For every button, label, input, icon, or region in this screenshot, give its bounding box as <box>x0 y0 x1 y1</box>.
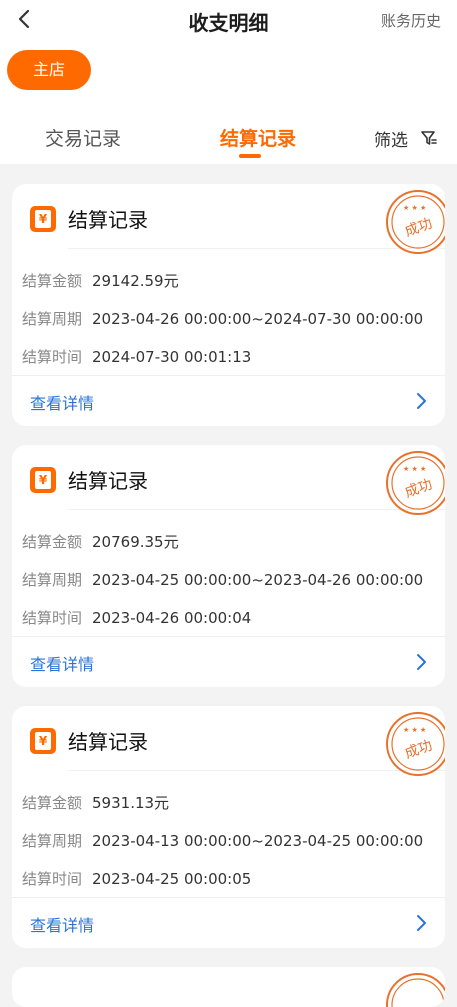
card-header: ¥ 结算记录 <box>12 445 445 510</box>
amount-label: 结算金额 <box>22 794 83 812</box>
time-value: 2023-04-26 00:00:04 <box>92 609 252 627</box>
time-row: 结算时间 2023-04-25 00:00:05 <box>22 868 251 889</box>
period-row: 结算周期 2023-04-13 00:00:00~2023-04-25 00:00… <box>22 830 423 851</box>
view-details-link[interactable]: 查看详情 <box>30 390 94 414</box>
settlement-card-partial <box>12 967 445 1007</box>
shop-selector-button[interactable]: 主店 <box>7 50 91 90</box>
view-details-link[interactable]: 查看详情 <box>30 651 94 675</box>
card-title: 结算记录 <box>68 469 148 493</box>
yen-icon: ¥ <box>30 728 56 754</box>
filter-icon[interactable] <box>421 130 437 146</box>
period-label: 结算周期 <box>22 310 83 328</box>
yen-icon: ¥ <box>30 467 56 493</box>
svg-text:成功: 成功 <box>403 738 435 763</box>
yen-icon: ¥ <box>30 206 56 232</box>
svg-text:★ ★ ★: ★ ★ ★ <box>403 204 426 212</box>
tab-settlement-records[interactable]: 结算记录 <box>220 124 296 151</box>
period-row: 结算周期 2023-04-26 00:00:00~2024-07-30 00:00… <box>22 308 423 329</box>
amount-row: 结算金额 20769.35元 <box>22 531 179 552</box>
card-header: ¥ 结算记录 <box>12 706 445 771</box>
amount-row: 结算金额 29142.59元 <box>22 270 179 291</box>
period-value: 2023-04-25 00:00:00~2023-04-26 00:00:00 <box>92 571 424 589</box>
card-title: 结算记录 <box>68 730 148 754</box>
settlement-card: ¥ 结算记录 ★ ★ ★ 成功 结算金额 20769.35元 结算周期 2023-0… <box>12 445 445 687</box>
period-value: 2023-04-13 00:00:00~2023-04-25 00:00:00 <box>92 832 424 850</box>
shop-bar: 主店 <box>0 40 457 102</box>
card-title: 结算记录 <box>68 208 148 232</box>
svg-text:成功: 成功 <box>403 216 435 241</box>
amount-label: 结算金额 <box>22 533 83 551</box>
time-value: 2023-04-25 00:00:05 <box>92 870 252 888</box>
divider <box>12 636 445 637</box>
amount-row: 结算金额 5931.13元 <box>22 792 169 813</box>
time-label: 结算时间 <box>22 609 83 627</box>
time-row: 结算时间 2023-04-26 00:00:04 <box>22 607 251 628</box>
chevron-right-icon[interactable] <box>414 913 428 933</box>
success-stamp-icon: ★ ★ ★ 成功 <box>386 712 445 776</box>
success-stamp-icon <box>386 973 445 1007</box>
settlement-card: ¥ 结算记录 ★ ★ ★ 成功 结算金额 29142.59元 结算周期 2023-0… <box>12 184 445 426</box>
chevron-right-icon[interactable] <box>414 652 428 672</box>
success-stamp-icon: ★ ★ ★ 成功 <box>386 190 445 254</box>
time-value: 2024-07-30 00:01:13 <box>92 348 252 366</box>
svg-text:★ ★ ★: ★ ★ ★ <box>403 726 426 734</box>
success-stamp-icon: ★ ★ ★ 成功 <box>386 451 445 515</box>
svg-text:★ ★ ★: ★ ★ ★ <box>403 465 426 473</box>
period-label: 结算周期 <box>22 832 83 850</box>
chevron-right-icon[interactable] <box>414 391 428 411</box>
svg-text:成功: 成功 <box>403 477 435 502</box>
active-tab-indicator <box>239 154 261 158</box>
amount-value: 20769.35元 <box>92 533 179 551</box>
amount-value: 29142.59元 <box>92 272 179 290</box>
divider <box>12 375 445 376</box>
period-label: 结算周期 <box>22 571 83 589</box>
time-row: 结算时间 2024-07-30 00:01:13 <box>22 346 251 367</box>
amount-label: 结算金额 <box>22 272 83 290</box>
settlement-card: ¥ 结算记录 ★ ★ ★ 成功 结算金额 5931.13元 结算周期 2023-04… <box>12 706 445 948</box>
view-details-link[interactable]: 查看详情 <box>30 912 94 936</box>
time-label: 结算时间 <box>22 870 83 888</box>
tab-transaction-records[interactable]: 交易记录 <box>45 124 121 151</box>
period-row: 结算周期 2023-04-25 00:00:00~2023-04-26 00:00… <box>22 569 423 590</box>
divider <box>12 897 445 898</box>
time-label: 结算时间 <box>22 348 83 366</box>
amount-value: 5931.13元 <box>92 794 170 812</box>
filter-button[interactable]: 筛选 <box>374 126 408 151</box>
account-history-link[interactable]: 账务历史 <box>381 10 441 31</box>
period-value: 2023-04-26 00:00:00~2024-07-30 00:00:00 <box>92 310 424 328</box>
top-bar: 收支明细 账务历史 <box>0 0 457 40</box>
card-header: ¥ 结算记录 <box>12 184 445 249</box>
tab-bar: 交易记录 结算记录 筛选 <box>0 102 457 164</box>
